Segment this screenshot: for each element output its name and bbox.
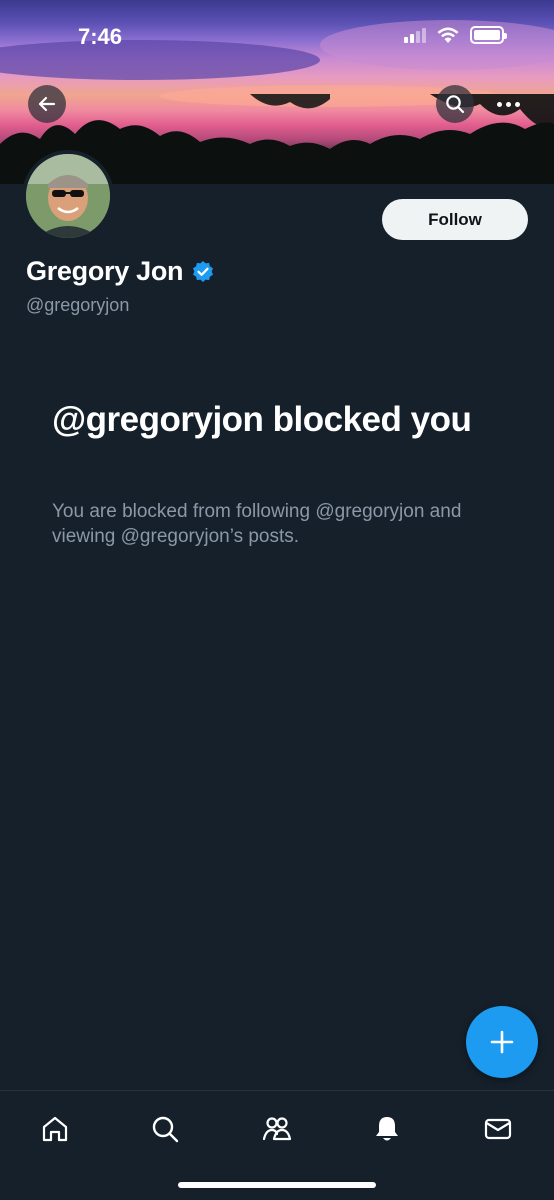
arrow-left-icon [38, 96, 56, 112]
tab-communities[interactable] [257, 1109, 297, 1149]
communities-icon [262, 1117, 292, 1141]
dot-icon [514, 101, 520, 107]
status-icons [404, 26, 507, 44]
tab-messages[interactable] [478, 1109, 518, 1149]
battery-icon [470, 26, 507, 44]
blocked-title: @gregoryjon blocked you [52, 400, 472, 439]
dot-icon [505, 101, 511, 107]
status-bar: 7:46 [0, 0, 554, 72]
dot-icon [496, 101, 502, 107]
search-button[interactable] [436, 85, 474, 123]
handle: @gregoryjon [26, 295, 130, 315]
follow-button[interactable]: Follow [382, 199, 528, 240]
display-name: Gregory Jon [26, 256, 184, 286]
avatar[interactable] [22, 150, 114, 242]
home-icon [42, 1116, 68, 1142]
avatar-photo [26, 154, 110, 238]
search-icon [152, 1116, 179, 1143]
blocked-description: You are blocked from following @gregoryj… [52, 501, 462, 547]
home-indicator[interactable] [178, 1182, 376, 1188]
compose-button[interactable] [466, 1006, 538, 1078]
back-button[interactable] [28, 85, 66, 123]
plus-icon [490, 1030, 514, 1054]
wifi-icon [437, 27, 459, 43]
tab-home[interactable] [35, 1109, 75, 1149]
display-name-row: Gregory Jon [26, 256, 215, 287]
more-options-button[interactable] [486, 85, 530, 123]
status-time: 7:46 [78, 24, 123, 49]
messages-icon [484, 1118, 512, 1140]
search-icon [446, 95, 465, 114]
notifications-icon [376, 1117, 398, 1141]
signal-icon [404, 27, 426, 43]
tab-notifications[interactable] [367, 1109, 407, 1149]
verified-badge-icon[interactable] [191, 260, 215, 284]
tab-search[interactable] [145, 1109, 185, 1149]
